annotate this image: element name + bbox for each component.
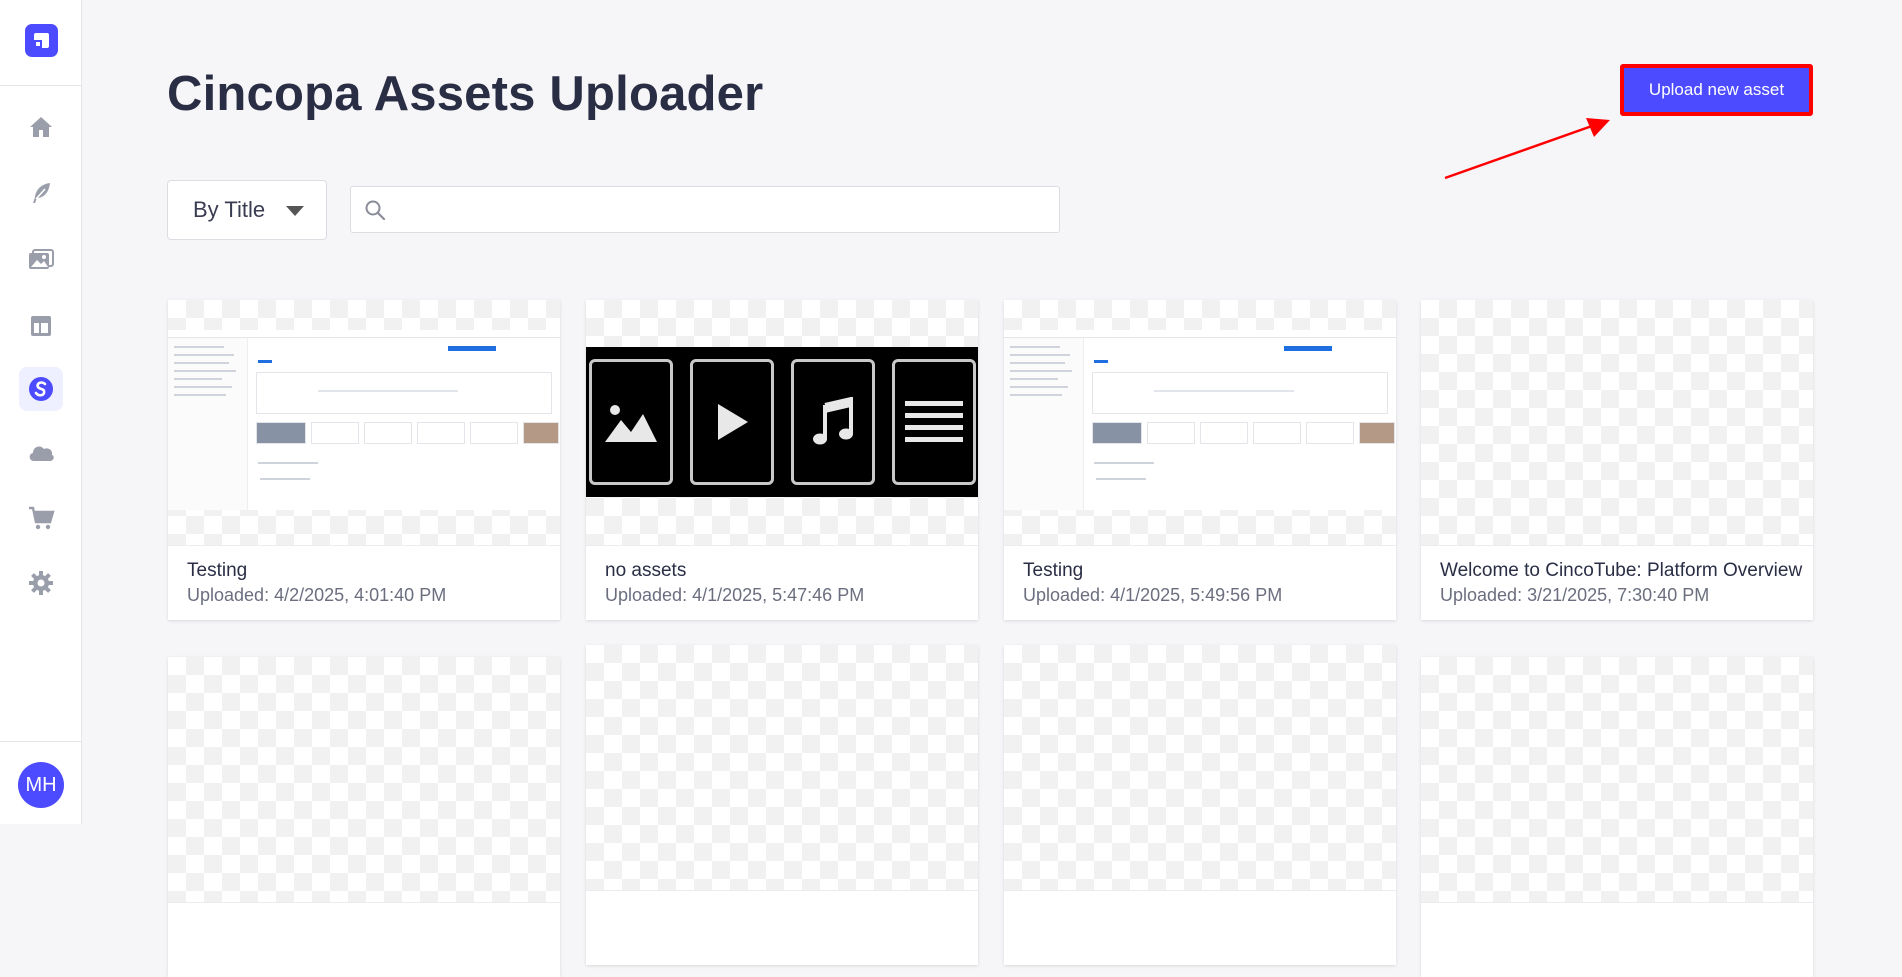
layout-icon: [31, 316, 51, 336]
asset-card[interactable]: Testing Uploaded: 4/1/2025, 5:49:56 PM: [1004, 300, 1396, 620]
asset-thumbnail: [1421, 657, 1813, 903]
feather-icon: [33, 183, 50, 203]
image-icon: [589, 359, 673, 485]
upload-new-asset-button[interactable]: Upload new asset: [1620, 64, 1813, 116]
dashboard-screenshot-thumbnail: [168, 330, 560, 510]
asset-title: Welcome to CincoTube: Platform Overview: [1440, 560, 1803, 581]
sidebar-item-home[interactable]: [19, 105, 63, 149]
avatar[interactable]: MH: [18, 762, 64, 808]
home-icon: [30, 117, 52, 137]
search-box[interactable]: [350, 186, 1060, 233]
asset-thumbnail: [168, 657, 560, 903]
sidebar-divider: [0, 741, 82, 742]
asset-card[interactable]: [586, 645, 978, 965]
sort-by-select[interactable]: By Title: [167, 180, 327, 240]
page-title: Cincopa Assets Uploader: [167, 67, 764, 121]
cart-icon: [29, 506, 55, 530]
sidebar-item-settings[interactable]: [19, 561, 63, 605]
asset-thumbnail: [1004, 300, 1396, 546]
asset-upload-date: Uploaded: 4/1/2025, 5:49:56 PM: [1023, 585, 1283, 605]
asset-thumbnail: [1421, 300, 1813, 546]
sidebar-item-create[interactable]: [19, 171, 63, 215]
sort-by-value: By Title: [193, 197, 266, 222]
images-icon: [29, 249, 54, 269]
sidebar-item-cloud[interactable]: [19, 430, 63, 474]
asset-title: no assets: [605, 560, 687, 581]
asset-thumbnail: [1004, 645, 1396, 891]
asset-card[interactable]: no assets Uploaded: 4/1/2025, 5:47:46 PM: [586, 300, 978, 620]
sidebar: MH: [0, 0, 82, 824]
media-types-thumbnail: [586, 347, 978, 497]
cincopa-s-icon: [29, 377, 53, 401]
cincopa-logo-icon[interactable]: [25, 24, 58, 57]
asset-card[interactable]: [1421, 657, 1813, 977]
gear-icon: [29, 571, 53, 595]
cloud-icon: [29, 446, 54, 461]
sidebar-item-media[interactable]: [19, 238, 63, 282]
asset-card[interactable]: Welcome to CincoTube: Platform Overview …: [1421, 300, 1813, 620]
asset-upload-date: Uploaded: 4/2/2025, 4:01:40 PM: [187, 585, 447, 605]
sidebar-item-templates[interactable]: [19, 304, 63, 348]
annotation-arrow: [1444, 118, 1610, 180]
document-lines-icon: [892, 359, 976, 485]
asset-card[interactable]: [1004, 645, 1396, 965]
asset-thumbnail: [586, 645, 978, 891]
asset-upload-date: Uploaded: 4/1/2025, 5:47:46 PM: [605, 585, 865, 605]
play-icon: [690, 359, 774, 485]
search-input[interactable]: [397, 187, 1047, 232]
sidebar-item-cincopa[interactable]: [19, 367, 63, 411]
caret-down-icon: [286, 206, 304, 216]
sidebar-divider: [0, 85, 82, 86]
asset-thumbnail: [168, 300, 560, 546]
asset-card[interactable]: [168, 657, 560, 977]
dashboard-screenshot-thumbnail: [1004, 330, 1396, 510]
asset-title: Testing: [1023, 560, 1084, 581]
asset-title: Testing: [187, 560, 248, 581]
sidebar-item-store[interactable]: [19, 496, 63, 540]
asset-thumbnail: [586, 300, 978, 546]
search-icon: [365, 200, 386, 221]
asset-upload-date: Uploaded: 3/21/2025, 7:30:40 PM: [1440, 585, 1710, 605]
music-note-icon: [791, 359, 875, 485]
asset-card[interactable]: Testing Uploaded: 4/2/2025, 4:01:40 PM: [168, 300, 560, 620]
